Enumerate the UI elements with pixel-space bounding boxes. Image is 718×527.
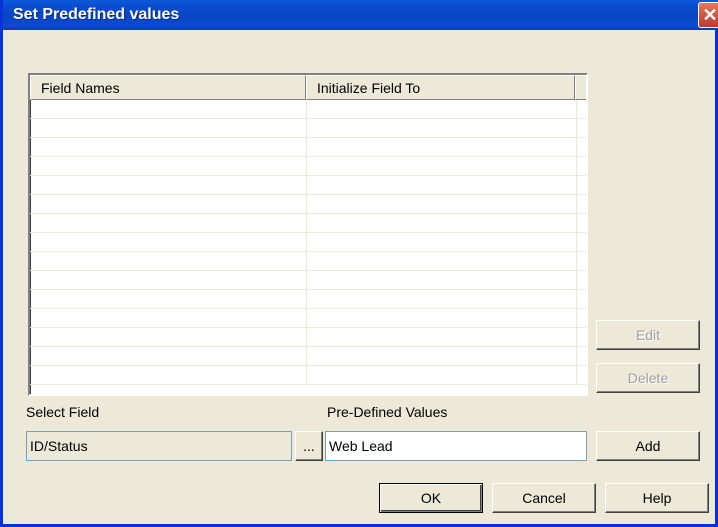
column-header-initialize-field-to[interactable]: Initialize Field To	[305, 75, 575, 100]
ok-button[interactable]: OK	[379, 483, 483, 513]
table-cell[interactable]	[30, 271, 307, 290]
edit-button[interactable]: Edit	[596, 320, 700, 350]
table-cell[interactable]	[307, 176, 577, 195]
table-cell	[577, 195, 586, 214]
table-cell[interactable]	[307, 271, 577, 290]
table-row[interactable]	[30, 309, 586, 328]
predefined-values-label: Pre-Defined Values	[327, 404, 448, 420]
set-predefined-values-dialog: Set Predefined values ✕ Field Names Init…	[0, 0, 718, 527]
table-cell[interactable]	[307, 100, 577, 119]
table-cell	[577, 252, 586, 271]
table-cell[interactable]	[307, 252, 577, 271]
table-cell	[577, 214, 586, 233]
help-button[interactable]: Help	[605, 483, 709, 513]
table-row[interactable]	[30, 366, 586, 385]
table-cell[interactable]	[307, 195, 577, 214]
table-cell	[577, 290, 586, 309]
table-cell[interactable]	[30, 233, 307, 252]
delete-button[interactable]: Delete	[596, 363, 700, 393]
table-cell	[577, 157, 586, 176]
table-cell[interactable]	[30, 100, 307, 119]
table-cell[interactable]	[307, 309, 577, 328]
predefined-values-input[interactable]	[325, 431, 587, 461]
table-cell[interactable]	[30, 195, 307, 214]
table-cell[interactable]	[30, 347, 307, 366]
table-row[interactable]	[30, 119, 586, 138]
table-row[interactable]	[30, 176, 586, 195]
table-cell[interactable]	[307, 138, 577, 157]
field-values-grid[interactable]: Field Names Initialize Field To	[28, 73, 588, 396]
table-row[interactable]	[30, 328, 586, 347]
table-cell[interactable]	[307, 233, 577, 252]
table-cell[interactable]	[30, 157, 307, 176]
table-cell	[577, 119, 586, 138]
table-cell[interactable]	[30, 252, 307, 271]
table-cell	[577, 176, 586, 195]
table-cell	[577, 347, 586, 366]
table-row[interactable]	[30, 290, 586, 309]
column-header-field-names[interactable]: Field Names	[30, 75, 306, 100]
dialog-title: Set Predefined values	[13, 6, 180, 23]
table-row[interactable]	[30, 271, 586, 290]
browse-fields-button[interactable]: ...	[295, 431, 323, 461]
table-row[interactable]	[30, 214, 586, 233]
table-cell[interactable]	[30, 366, 307, 385]
cancel-button[interactable]: Cancel	[492, 483, 596, 513]
grid-body[interactable]	[30, 100, 586, 394]
select-field-value[interactable]: ID/Status	[26, 431, 292, 461]
close-button[interactable]: ✕	[698, 2, 718, 28]
table-row[interactable]	[30, 347, 586, 366]
table-cell	[577, 233, 586, 252]
table-cell[interactable]	[307, 157, 577, 176]
table-cell	[577, 271, 586, 290]
table-row[interactable]	[30, 195, 586, 214]
table-row[interactable]	[30, 100, 586, 119]
title-bar[interactable]: Set Predefined values ✕	[3, 0, 718, 30]
table-cell	[577, 366, 586, 385]
table-cell[interactable]	[307, 366, 577, 385]
select-field-label: Select Field	[26, 404, 100, 420]
table-cell	[577, 328, 586, 347]
table-cell[interactable]	[307, 347, 577, 366]
grid-header: Field Names Initialize Field To	[30, 75, 586, 100]
table-cell[interactable]	[30, 176, 307, 195]
table-row[interactable]	[30, 157, 586, 176]
column-header-filler	[575, 75, 586, 100]
table-cell[interactable]	[307, 214, 577, 233]
table-cell	[577, 100, 586, 119]
table-cell	[577, 309, 586, 328]
table-cell[interactable]	[307, 290, 577, 309]
table-row[interactable]	[30, 252, 586, 271]
table-row[interactable]	[30, 138, 586, 157]
close-icon: ✕	[702, 4, 718, 25]
table-cell[interactable]	[30, 138, 307, 157]
table-cell	[577, 138, 586, 157]
add-button[interactable]: Add	[596, 431, 700, 461]
table-cell[interactable]	[307, 328, 577, 347]
table-cell[interactable]	[30, 309, 307, 328]
table-cell[interactable]	[30, 290, 307, 309]
table-cell[interactable]	[30, 328, 307, 347]
table-cell[interactable]	[30, 214, 307, 233]
table-row[interactable]	[30, 233, 586, 252]
table-cell[interactable]	[30, 119, 307, 138]
table-cell[interactable]	[307, 119, 577, 138]
